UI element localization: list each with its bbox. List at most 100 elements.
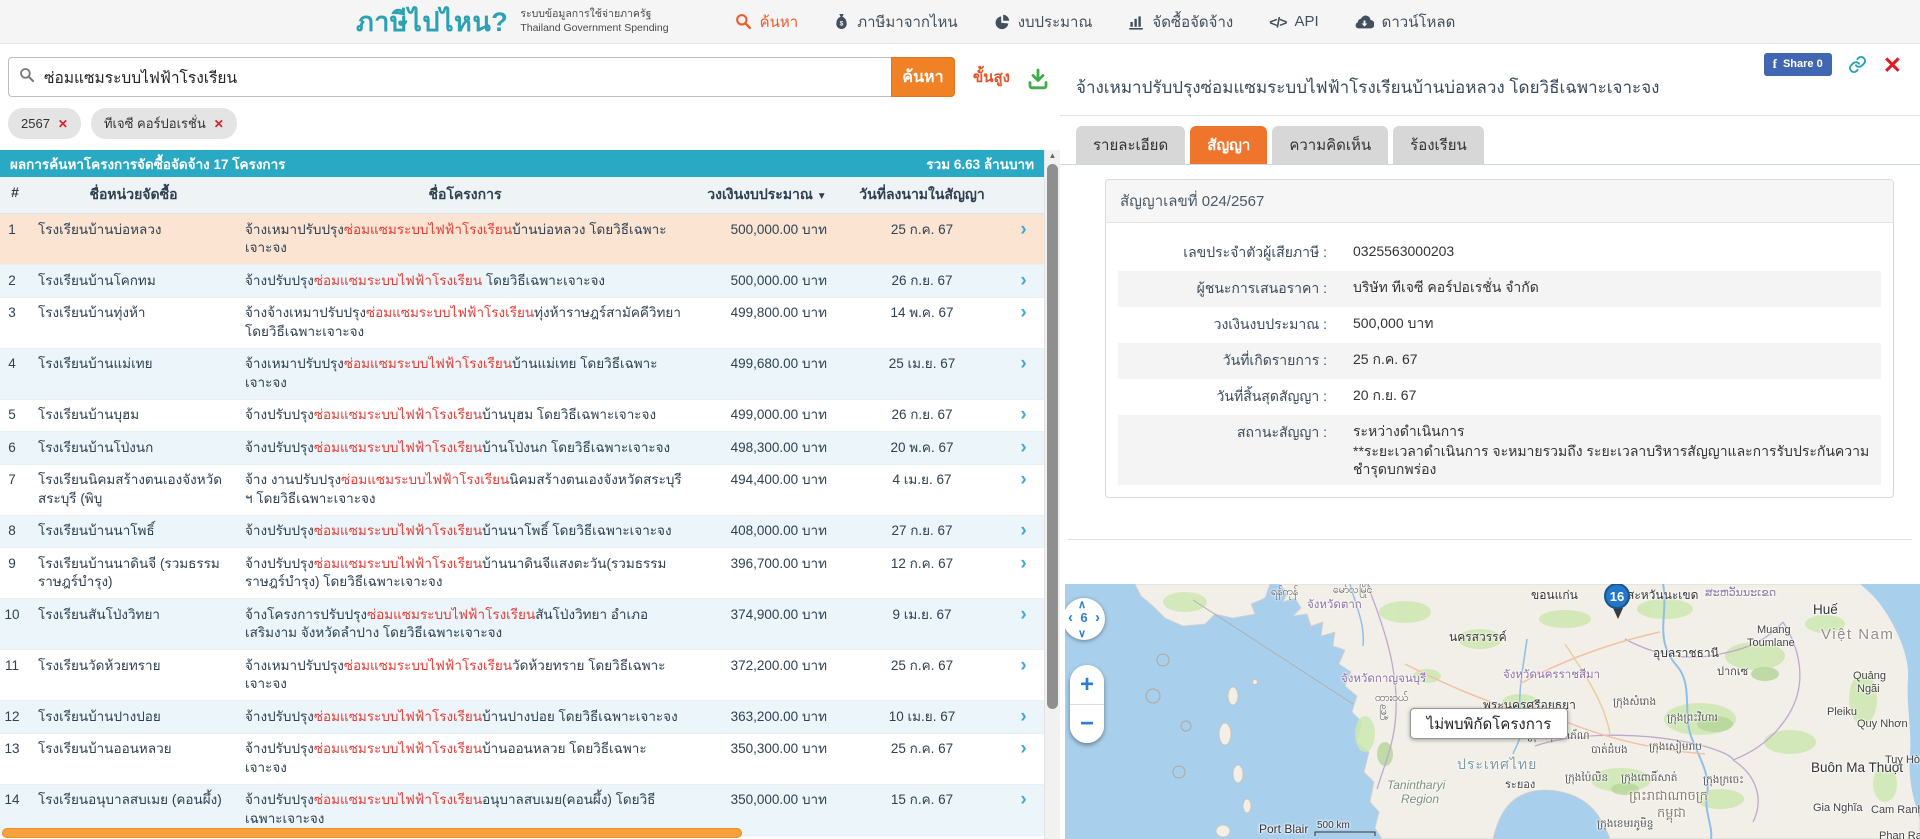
close-icon[interactable]: ✕	[1883, 55, 1902, 75]
logo-wrap[interactable]: ภาษีไปไหน? ระบบข้อมูลการใช้จ่ายภาครัฐ Th…	[356, 0, 669, 43]
row-open-chevron-icon[interactable]: ›	[1003, 400, 1044, 432]
row-open-chevron-icon[interactable]: ›	[1003, 465, 1044, 515]
nav-item-search[interactable]: ค้นหา	[735, 10, 799, 34]
filter-tag[interactable]: ทีเจซี คอร์ปอเรชั่น✕	[91, 108, 237, 139]
row-open-chevron-icon[interactable]: ›	[1003, 349, 1044, 399]
tab-ความคิดเห็น[interactable]: ความคิดเห็น	[1272, 126, 1388, 164]
tab-สัญญา[interactable]: สัญญา	[1190, 126, 1267, 164]
results-header-bar: ผลการค้นหาโครงการจัดซื้อจัดจ้าง 17 โครงก…	[0, 150, 1044, 177]
remove-tag-icon[interactable]: ✕	[214, 117, 224, 131]
map-pin-icon[interactable]	[1613, 608, 1623, 619]
row-project-name: จ้าง งานปรับปรุงซ่อมแซมระบบไฟฟ้าโรงเรียน…	[237, 465, 693, 515]
tab-ร้องเรียน[interactable]: ร้องเรียน	[1393, 126, 1484, 164]
col-project[interactable]: ชื่อโครงการ	[237, 177, 693, 213]
nav-item-procurement[interactable]: จัดซื้อจัดจ้าง	[1128, 10, 1233, 34]
contract-field: วงเงินงบประมาณ :500,000 บาท	[1118, 307, 1881, 343]
app-logo[interactable]: ภาษีไปไหน?	[356, 0, 508, 43]
col-num: #	[0, 177, 30, 213]
scroll-up-arrow[interactable]: ▲	[1045, 151, 1060, 160]
search-input[interactable]	[44, 68, 881, 86]
row-open-chevron-icon[interactable]: ›	[1003, 701, 1044, 733]
table-row[interactable]: 4โรงเรียนบ้านแม่เทยจ้างเหมาปรับปรุงซ่อมแ…	[0, 349, 1044, 400]
tab-รายละเอียด[interactable]: รายละเอียด	[1076, 126, 1185, 164]
nav-item-tax-from[interactable]: $ภาษีมาจากไหน	[834, 10, 958, 34]
row-open-chevron-icon[interactable]: ›	[1003, 836, 1044, 839]
cloud-download-icon	[1355, 14, 1374, 29]
table-row[interactable]: 5โรงเรียนบ้านบุฮมจ้างปรับปรุงซ่อมแซมระบบ…	[0, 400, 1044, 433]
advanced-search-link[interactable]: ขั้นสูง	[973, 65, 1010, 89]
detail-header: f Share 0 ✕ จ้างเหมาปรับปรุงซ่อมแซมระบบไ…	[1060, 44, 1920, 116]
project-text-pre: จ้างปรับปรุง	[245, 741, 314, 756]
contract-field: เลขประจำตัวผู้เสียภาษี :0325563000203	[1118, 235, 1881, 271]
row-open-chevron-icon[interactable]: ›	[1003, 650, 1044, 700]
row-sign-date: 26 ก.ย. 67	[841, 265, 1003, 297]
zoom-out-button[interactable]: −	[1070, 704, 1104, 743]
table-row[interactable]: 3โรงเรียนบ้านทุ่งห้าจ้างจ้างเหมาปรับปรุง…	[0, 298, 1044, 349]
facebook-share-button[interactable]: f Share 0	[1764, 53, 1832, 76]
row-open-chevron-icon[interactable]: ›	[1003, 734, 1044, 784]
table-row[interactable]: 8โรงเรียนบ้านนาโพธิ์จ้างปรับปรุงซ่อมแซมร…	[0, 516, 1044, 549]
row-open-chevron-icon[interactable]: ›	[1003, 298, 1044, 348]
col-date[interactable]: วันที่ลงนามในสัญญา	[841, 177, 1003, 213]
results-table: ผลการค้นหาโครงการจัดซื้อจัดจ้าง 17 โครงก…	[0, 150, 1044, 839]
remove-tag-icon[interactable]: ✕	[58, 117, 68, 131]
row-budget-amount: 350,300.00 บาท	[693, 734, 841, 784]
contract-status-note: **ระยะเวลาดำเนินการ จะหมายรวมถึง ระยะเวล…	[1353, 442, 1871, 478]
piechart-icon	[994, 14, 1010, 30]
table-row[interactable]: 10โรงเรียนสันโป่งวิทยาจ้างโครงการปรับปรุ…	[0, 599, 1044, 650]
nav-item-budget[interactable]: งบประมาณ	[994, 10, 1093, 34]
table-row[interactable]: 1โรงเรียนบ้านบ่อหลวงจ้างเหมาปรับปรุงซ่อม…	[0, 214, 1044, 265]
table-row[interactable]: 12โรงเรียนบ้านปางปอยจ้างปรับปรุงซ่อมแซมร…	[0, 701, 1044, 734]
project-text-highlight: ซ่อมแซมระบบไฟฟ้าโรงเรียน	[314, 709, 482, 724]
row-open-chevron-icon[interactable]: ›	[1003, 548, 1044, 598]
search-button[interactable]: ค้นหา	[891, 57, 955, 97]
row-open-chevron-icon[interactable]: ›	[1003, 785, 1044, 835]
vertical-scrollbar[interactable]: ▲	[1044, 150, 1060, 839]
map-zoom-control: + −	[1070, 665, 1104, 743]
project-text-highlight: ซ่อมแซมระบบไฟฟ้าโรงเรียน	[344, 356, 512, 371]
row-sign-date: 12 ก.ค. 67	[841, 548, 1003, 598]
contract-field: สถานะสัญญา :ระหว่างดำเนินการ**ระยะเวลาดำ…	[1118, 415, 1881, 485]
nav-item-api[interactable]: </>API	[1269, 13, 1318, 30]
horizontal-scrollbar-thumb[interactable]	[2, 828, 742, 838]
project-text-pre: จ้าง งานปรับปรุง	[245, 472, 341, 487]
row-unit-name: โรงเรียนบ้านทุ่งห้า	[30, 298, 237, 348]
row-project-name: จ้างปรับปรุงซ่อมแซมระบบไฟฟ้าโรงเรียนบ้าน…	[237, 400, 693, 432]
pan-down-icon[interactable]: ∨	[1078, 627, 1086, 640]
download-results-icon[interactable]	[1026, 67, 1050, 91]
row-budget-amount: 499,000.00 บาท	[693, 400, 841, 432]
row-sign-date: 9 เม.ย. 67	[841, 599, 1003, 649]
project-text-highlight: ซ่อมแซมระบบไฟฟ้าโรงเรียน	[314, 523, 482, 538]
row-open-chevron-icon[interactable]: ›	[1003, 599, 1044, 649]
sort-desc-icon[interactable]: ▼	[817, 191, 827, 202]
map-container[interactable]: ရန်ကုန်မော်လမြိုင်จังหวัดตากนครสวรรค์จัง…	[1065, 584, 1920, 839]
table-row[interactable]: 7โรงเรียนนิคมสร้างตนเองจังหวัดสระบุรี (พ…	[0, 465, 1044, 516]
table-row[interactable]: 6โรงเรียนบ้านโป่งนกจ้างปรับปรุงซ่อมแซมระ…	[0, 432, 1044, 465]
row-budget-amount: 500,000.00 บาท	[693, 265, 841, 297]
row-open-chevron-icon[interactable]: ›	[1003, 214, 1044, 264]
table-row[interactable]: 9โรงเรียนบ้านนาดินจี (รวมธรรมราษฎร์บำรุง…	[0, 548, 1044, 599]
nav-item-download[interactable]: ดาวน์โหลด	[1355, 10, 1456, 34]
scrollbar-thumb[interactable]	[1047, 164, 1058, 709]
search-box[interactable]	[8, 57, 891, 97]
row-budget-amount: 499,800.00 บาท	[693, 298, 841, 348]
row-open-chevron-icon[interactable]: ›	[1003, 516, 1044, 548]
row-number: 7	[0, 465, 30, 515]
row-open-chevron-icon[interactable]: ›	[1003, 265, 1044, 297]
row-open-chevron-icon[interactable]: ›	[1003, 432, 1044, 464]
zoom-in-button[interactable]: +	[1070, 665, 1104, 704]
col-unit[interactable]: ชื่อหน่วยจัดซื้อ	[30, 177, 237, 213]
col-amount[interactable]: วงเงินงบประมาณ ▼	[693, 177, 841, 213]
row-unit-name: โรงเรียนอนุบาลสบเมย (คอนผึ้ง)	[30, 785, 237, 835]
row-unit-name: โรงเรียนบ้านโป่งนก	[30, 432, 237, 464]
map-pan-control[interactable]: ‹ › ∧ ∨ 6	[1065, 598, 1105, 640]
table-row[interactable]: 2โรงเรียนบ้านโคกทมจ้างปรับปรุงซ่อมแซมระบ…	[0, 265, 1044, 298]
detail-actions: f Share 0 ✕	[1764, 53, 1902, 76]
results-table-body: 1โรงเรียนบ้านบ่อหลวงจ้างเหมาปรับปรุงซ่อม…	[0, 214, 1044, 839]
cluster-marker[interactable]: 16	[1604, 584, 1630, 609]
row-sign-date: 10 เม.ย. 67	[841, 701, 1003, 733]
copy-link-icon[interactable]	[1848, 55, 1867, 74]
table-row[interactable]: 13โรงเรียนบ้านออนหลวยจ้างปรับปรุงซ่อมแซม…	[0, 734, 1044, 785]
filter-tag[interactable]: 2567✕	[8, 108, 81, 139]
table-row[interactable]: 11โรงเรียนวัดห้วยทรายจ้างเหมาปรับปรุงซ่อ…	[0, 650, 1044, 701]
